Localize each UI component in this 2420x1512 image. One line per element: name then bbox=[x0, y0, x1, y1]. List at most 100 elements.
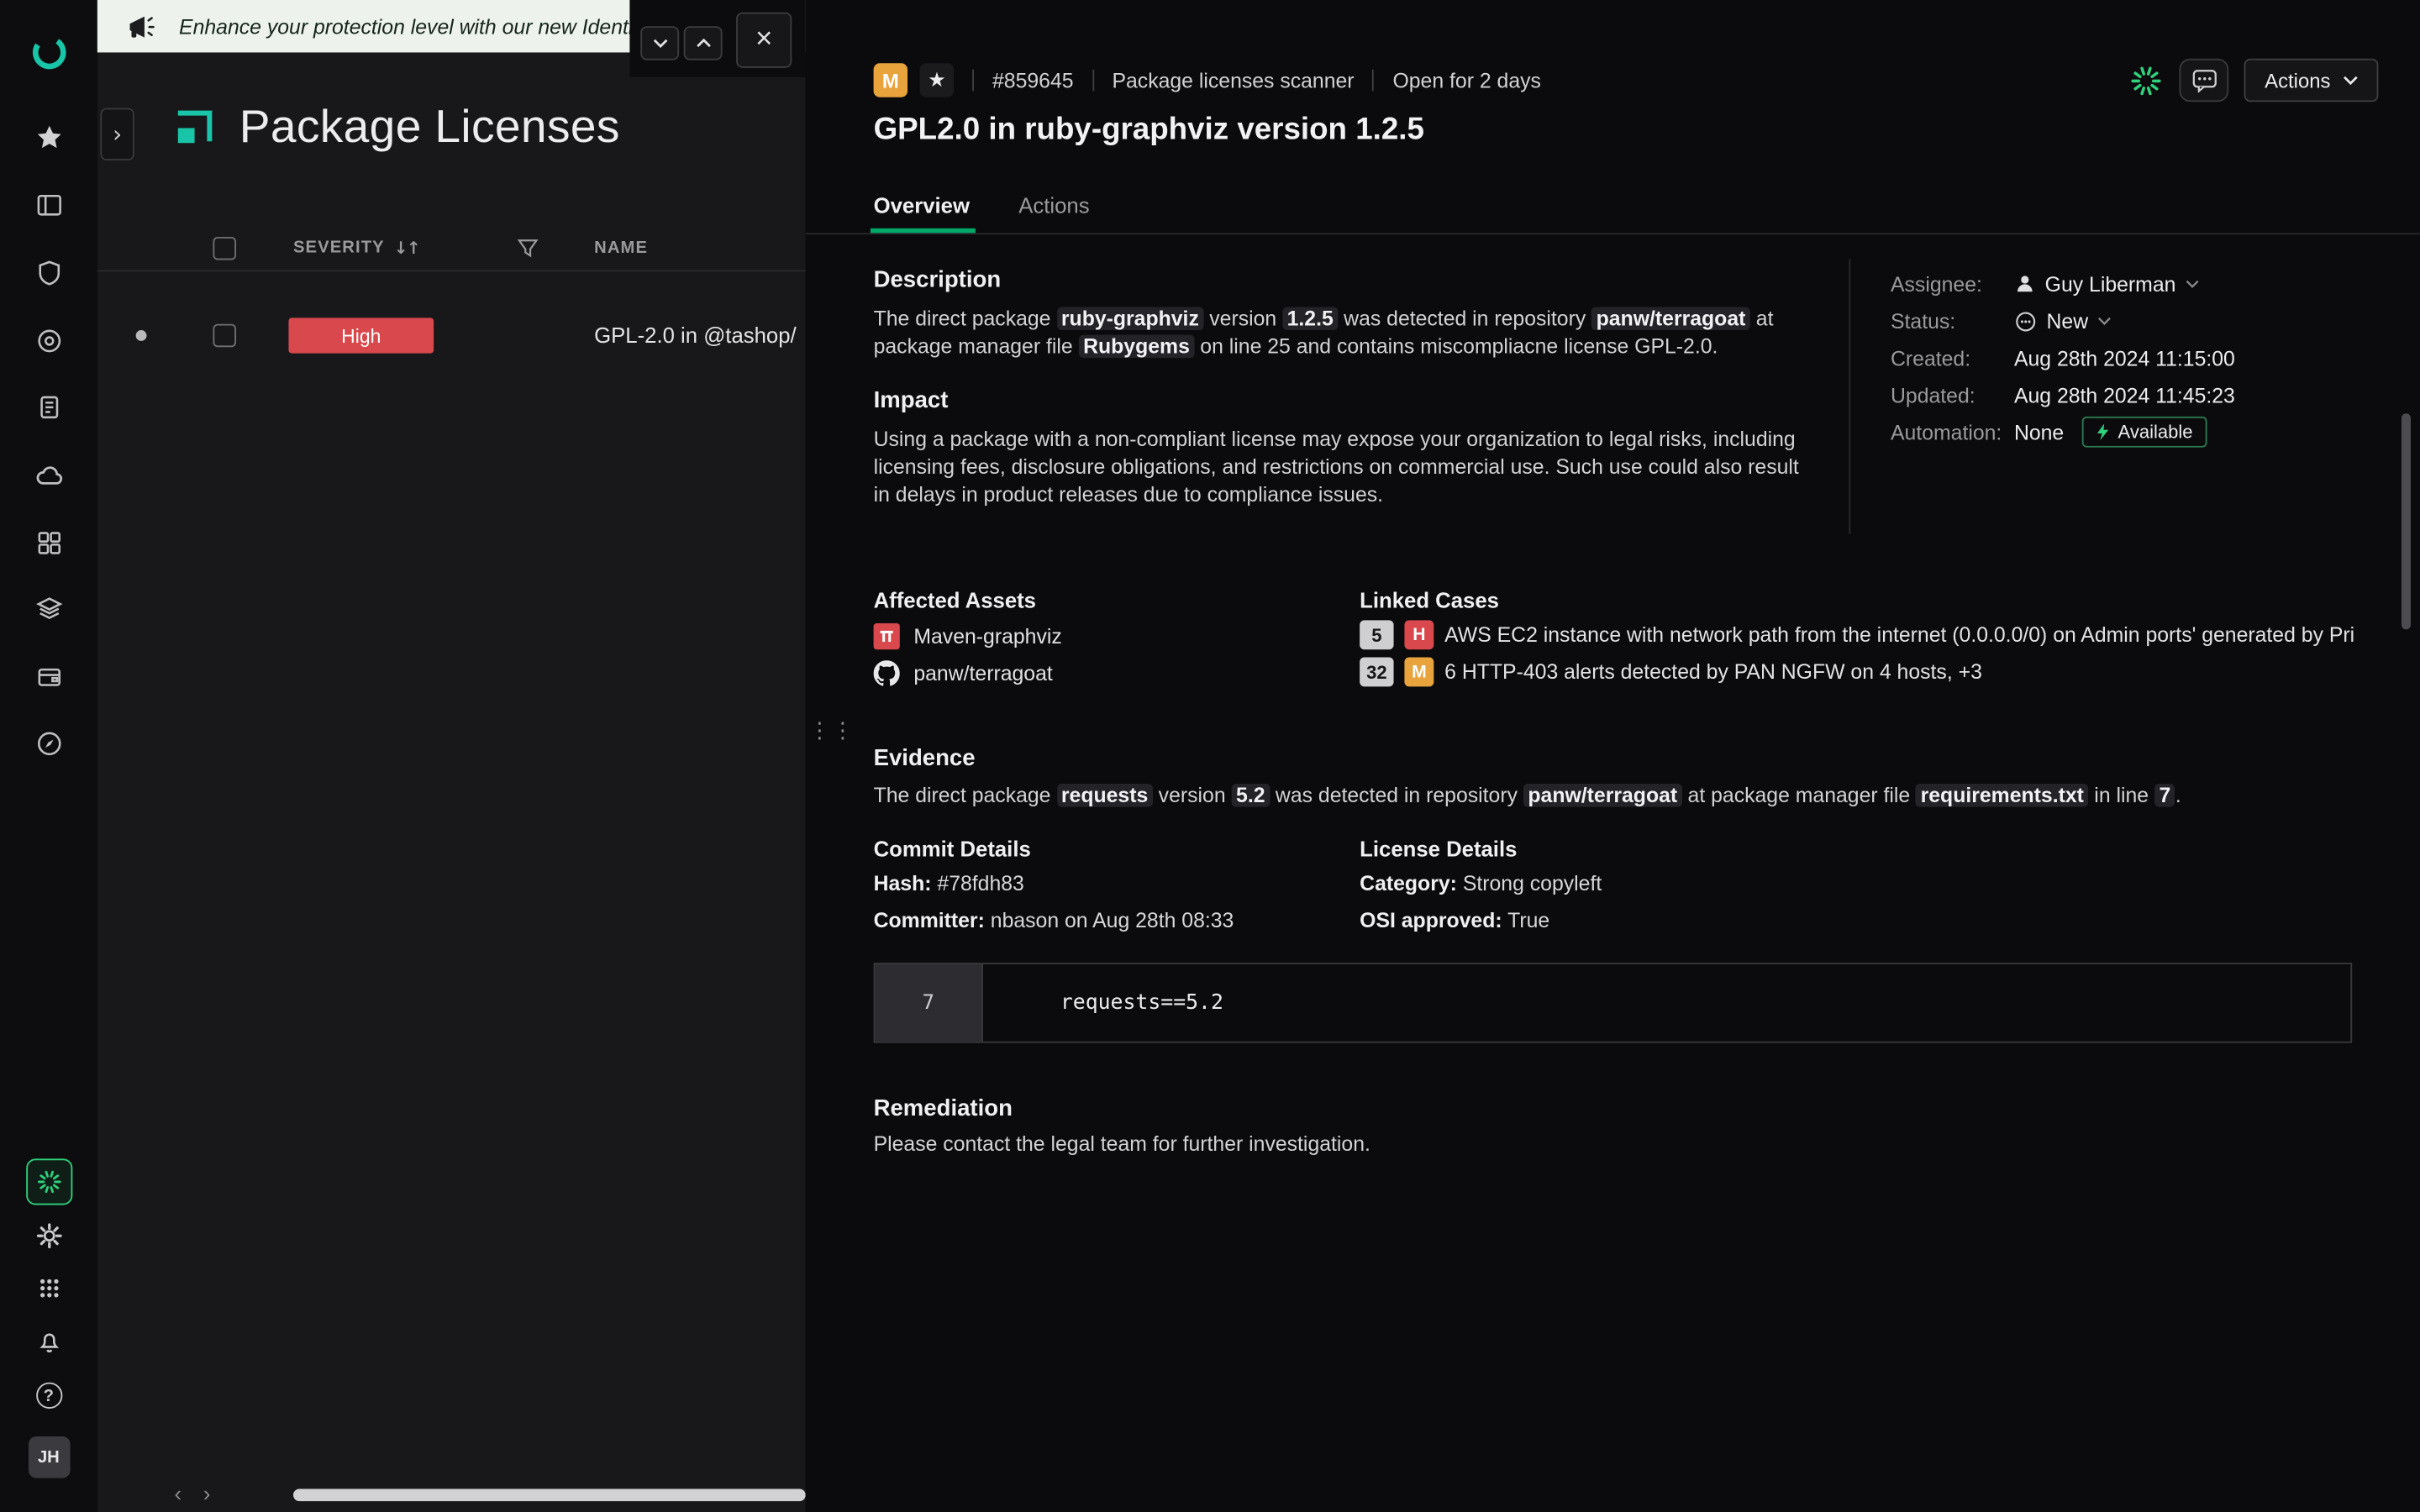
compass-icon[interactable] bbox=[34, 730, 62, 758]
layers-icon[interactable] bbox=[34, 596, 62, 623]
sort-icon[interactable]: ↓↑ bbox=[394, 238, 419, 258]
open-duration: Open for 2 days bbox=[1392, 69, 1540, 92]
updated-value: Aug 28th 2024 11:45:23 bbox=[2014, 383, 2235, 407]
tab-bar: Overview Actions bbox=[806, 190, 2420, 234]
evidence-text: The direct package requests version 5.2 … bbox=[874, 782, 2263, 810]
target-icon[interactable] bbox=[34, 327, 62, 354]
automation-row: Automation: None Available bbox=[1891, 413, 2415, 450]
favorite-star-button[interactable]: ★ bbox=[920, 63, 954, 97]
status-dropdown[interactable]: New bbox=[2014, 309, 2112, 333]
announcement-icon bbox=[125, 10, 158, 43]
case-title[interactable]: AWS EC2 instance with network path from … bbox=[1444, 623, 2355, 647]
severity-column-header[interactable]: SEVERITY bbox=[293, 239, 385, 257]
brand-logo-icon[interactable] bbox=[29, 33, 69, 73]
osi-value: True bbox=[1507, 909, 1549, 932]
automation-sunburst-icon[interactable] bbox=[2129, 62, 2165, 97]
case-title[interactable]: 6 HTTP-403 alerts detected by PAN NGFW o… bbox=[1444, 660, 1982, 684]
severity-medium-chip: M bbox=[874, 63, 908, 97]
status-value: New bbox=[2047, 309, 2089, 333]
sidebar: ? JH bbox=[0, 0, 97, 1512]
maven-icon bbox=[874, 622, 900, 648]
issue-name[interactable]: GPL-2.0 in @tashop/ bbox=[594, 323, 797, 347]
lightning-icon bbox=[2096, 423, 2111, 441]
description-heading: Description bbox=[874, 267, 1002, 293]
severity-high-badge: H bbox=[1404, 620, 1434, 649]
remediation-text: Please contact the legal team for furthe… bbox=[874, 1131, 1954, 1158]
filter-funnel-icon[interactable] bbox=[517, 238, 539, 258]
collapse-drawer-button[interactable] bbox=[640, 26, 679, 60]
chevron-down-icon bbox=[2343, 76, 2358, 85]
unread-dot bbox=[136, 330, 147, 341]
notifications-bell-icon[interactable] bbox=[34, 1327, 62, 1355]
case-id: #859645 bbox=[992, 69, 1074, 92]
affected-asset-item[interactable]: panw/terragoat bbox=[874, 659, 1053, 686]
comments-button[interactable] bbox=[2180, 59, 2229, 102]
automation-hub-icon-selected[interactable] bbox=[25, 1158, 71, 1205]
pager: ‹ › bbox=[175, 1481, 211, 1505]
panel-collapse-button[interactable]: › bbox=[100, 108, 134, 160]
wallet-icon[interactable] bbox=[34, 664, 62, 691]
committer-value: nbason on Aug 28th 08:33 bbox=[991, 909, 1234, 932]
pager-next-icon[interactable]: › bbox=[203, 1481, 211, 1505]
commit-hash: Hash: #78fdh83 bbox=[874, 872, 1024, 895]
select-all-checkbox[interactable] bbox=[213, 236, 236, 260]
modules-icon[interactable] bbox=[34, 529, 62, 557]
avatar-initials: JH bbox=[38, 1448, 60, 1467]
chevron-down-icon bbox=[652, 39, 667, 48]
divider bbox=[1092, 70, 1094, 92]
hash-value: #78fdh83 bbox=[937, 872, 1023, 895]
tab-overview[interactable]: Overview bbox=[874, 193, 970, 218]
osi-label: OSI approved: bbox=[1360, 909, 1502, 932]
asset-label[interactable]: panw/terragoat bbox=[913, 661, 1052, 685]
favorites-icon[interactable] bbox=[34, 123, 62, 151]
help-icon[interactable]: ? bbox=[35, 1383, 61, 1409]
severity-badge: High bbox=[288, 318, 434, 353]
assignee-dropdown[interactable]: Guy Liberman bbox=[2014, 272, 2199, 296]
horizontal-scrollbar[interactable] bbox=[293, 1488, 806, 1501]
osi-approved: OSI approved: True bbox=[1360, 909, 1549, 932]
committer: Committer: nbason on Aug 28th 08:33 bbox=[874, 909, 1234, 932]
category-label: Category: bbox=[1360, 872, 1457, 895]
impact-heading: Impact bbox=[874, 387, 949, 413]
linked-case-item[interactable]: 5 H AWS EC2 instance with network path f… bbox=[1360, 620, 2355, 649]
apps-grid-icon[interactable] bbox=[36, 1276, 60, 1300]
user-avatar[interactable]: JH bbox=[28, 1436, 70, 1478]
table-row[interactable]: High GPL-2.0 in @tashop/ bbox=[97, 302, 806, 370]
description-text: The direct package ruby-graphviz version… bbox=[874, 306, 1815, 361]
issue-drawer: M ★ #859645 Package licenses scanner Ope… bbox=[806, 0, 2420, 1512]
hash-label: Hash: bbox=[874, 872, 932, 895]
drawer-header: M ★ #859645 Package licenses scanner Ope… bbox=[874, 59, 2379, 102]
chevron-down-icon bbox=[2097, 317, 2112, 326]
automation-available-badge[interactable]: Available bbox=[2082, 417, 2207, 448]
code-evidence-block: 7 requests==5.2 bbox=[874, 963, 2353, 1043]
assignee-row: Assignee: Guy Liberman bbox=[1891, 265, 2415, 302]
cloud-icon[interactable] bbox=[34, 461, 63, 491]
pager-prev-icon[interactable]: ‹ bbox=[175, 1481, 182, 1505]
automation-badge-label: Available bbox=[2118, 421, 2193, 443]
chevron-down-icon bbox=[2185, 279, 2199, 288]
evidence-heading: Evidence bbox=[874, 745, 976, 771]
vertical-scrollbar[interactable] bbox=[2402, 413, 2411, 629]
settings-gear-icon[interactable] bbox=[34, 1222, 62, 1250]
close-icon: × bbox=[755, 24, 772, 57]
severity-medium-badge: M bbox=[1404, 657, 1434, 686]
affected-asset-item[interactable]: Maven-graphviz bbox=[874, 622, 1062, 649]
asset-label[interactable]: Maven-graphviz bbox=[913, 624, 1061, 648]
category-value: Strong copyleft bbox=[1463, 872, 1602, 895]
code-line-number: 7 bbox=[875, 964, 983, 1042]
panel-collapse-chevron-icon: › bbox=[113, 120, 122, 148]
tab-actions[interactable]: Actions bbox=[1018, 193, 1089, 218]
automation-value: None bbox=[2014, 421, 2064, 444]
meta-panel: Assignee: Guy Liberman Status: New Creat… bbox=[1891, 265, 2415, 450]
expand-drawer-button[interactable] bbox=[684, 26, 723, 60]
report-icon[interactable] bbox=[34, 393, 62, 421]
scanner-name: Package licenses scanner bbox=[1112, 69, 1354, 92]
cases-board-icon[interactable] bbox=[34, 192, 62, 219]
drag-handle[interactable]: ⋮⋮ bbox=[808, 719, 855, 743]
linked-case-item[interactable]: 32 M 6 HTTP-403 alerts detected by PAN N… bbox=[1360, 657, 2355, 686]
close-drawer-button[interactable]: × bbox=[736, 13, 792, 68]
row-checkbox[interactable] bbox=[213, 324, 236, 348]
name-column-header[interactable]: NAME bbox=[594, 239, 648, 257]
shield-icon[interactable] bbox=[34, 260, 62, 287]
actions-button[interactable]: Actions bbox=[2244, 59, 2378, 102]
